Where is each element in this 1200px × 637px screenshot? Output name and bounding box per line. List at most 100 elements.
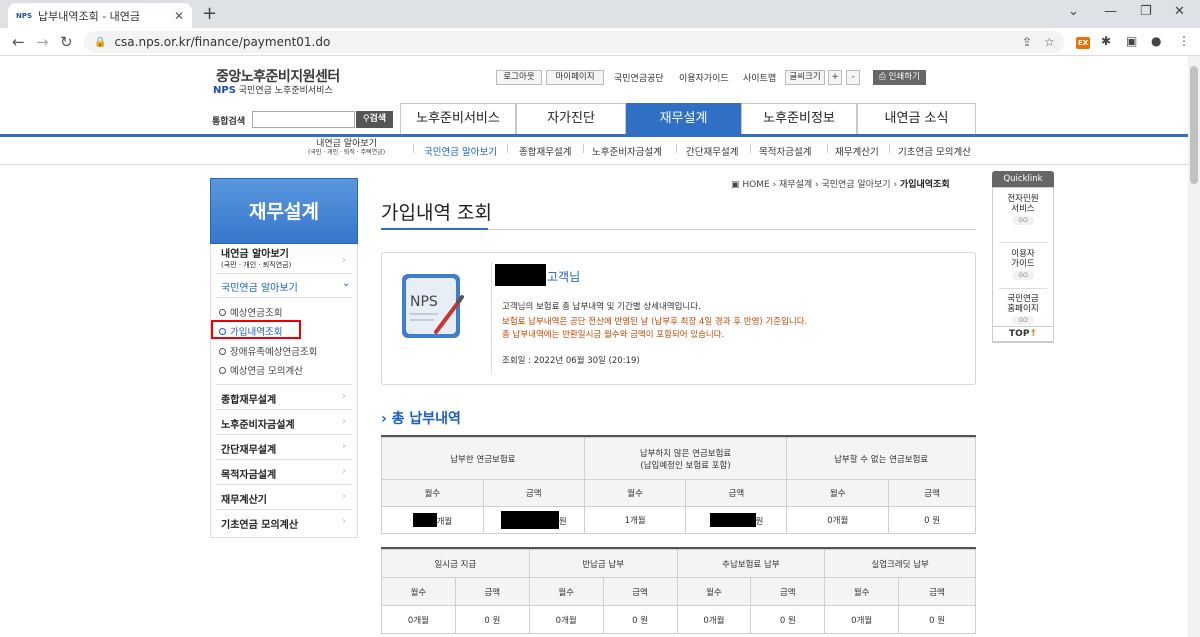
lnb-item-my-pension[interactable]: 내연금 알아보기 (국민 · 개인 · 퇴직연금) [221,250,291,270]
new-tab-icon[interactable]: + [202,3,217,24]
quicklink-nps-homepage[interactable]: 국민연금 홈페이지 GO [993,294,1053,325]
back-icon[interactable]: ← [12,33,25,51]
col-amount: 금액 [898,577,976,606]
nps-favicon-icon: NPS [16,11,33,20]
col-months: 월수 [528,577,604,606]
lnb-divider [216,297,352,298]
print-button[interactable]: ⎙ 인쇄하기 [873,70,926,85]
unpayable-months-cell: 0개월 [786,506,890,534]
close-window-icon[interactable]: ✕ [1174,4,1185,19]
subnav-comprehensive[interactable]: 종합재무설계 [519,144,571,158]
subnav-purpose[interactable]: 목적자금설계 [759,144,811,158]
quicklink-e-civil[interactable]: 전자민원 서비스 GO [993,194,1053,225]
subnav-basic-pension[interactable]: 기초연금 모의계산 [898,144,971,158]
subnav-simple[interactable]: 간단재무설계 [686,144,738,158]
breadcrumb-financial-plan[interactable]: 재무설계 [779,180,812,190]
quicklink-label: 홈페이지 [1007,304,1039,314]
lnb-sub-label: 장애유족예상연금조회 [230,347,318,358]
unpaid-amount-unit: 원 [755,517,764,527]
forward-icon[interactable]: → [36,33,49,51]
tab-search-icon[interactable]: ⌄ [1068,4,1079,19]
lnb-divider [216,409,352,410]
user-guide-link[interactable]: 이용자가이드 [679,71,729,84]
quicklink-label: 서비스 [1011,204,1035,214]
browser-toolbar: ← → ↻ 🔒 csa.nps.or.kr/finance/payment01.… [0,28,1200,56]
gnb-tab-news[interactable]: 내연금 소식 [857,103,976,135]
side-panel-icon[interactable]: ▣ [1126,34,1137,48]
lnb-item-calculator[interactable]: 재무계산기 [221,491,267,506]
gnb-tab-financial-plan[interactable]: 재무설계 [626,103,741,136]
lnb-sub-expected-pension[interactable]: 예상연금조회 [219,305,282,319]
lump-months-cell: 0개월 [381,605,456,634]
lnb-item-retirement-fund[interactable]: 노후준비자금설계 [221,416,295,431]
masked-value [709,513,756,527]
browser-menu-icon[interactable]: ⋮ [1178,34,1190,48]
gnb-tab-retirement-service[interactable]: 노후준비서비스 [400,103,516,135]
lnb-item-basic-pension[interactable]: 기초연금 모의계산 [221,516,298,531]
share-icon[interactable]: ⇪ [1022,35,1032,49]
font-minus-button[interactable]: - [846,70,860,85]
breadcrumb-home[interactable]: HOME [742,180,769,190]
quicklink-panel: Quicklink 전자민원 서비스 GO 이용자 가이드 GO 국민연금 홈페… [992,171,1054,343]
chevron-right-icon: › [342,491,346,502]
additional-months-cell: 0개월 [676,605,752,634]
quicklink-user-guide[interactable]: 이용자 가이드 GO [993,249,1053,280]
printer-icon: ⎙ [879,72,886,82]
bookmark-star-icon[interactable]: ☆ [1044,35,1055,49]
lnb-my-pension-sub: (국민 · 개인 · 퇴직연금) [221,261,292,269]
lnb-my-pension-label: 내연금 알아보기 [221,249,289,260]
paid-amount-cell: 원 [482,506,585,534]
breadcrumb-nps-info[interactable]: 국민연금 알아보기 [821,180,890,190]
chevron-right-icon: › [342,466,346,477]
extension-ex-icon[interactable]: EX [1076,37,1091,49]
minimize-icon[interactable]: — [1104,4,1117,19]
browser-tab[interactable]: NPS 납부내역조회 - 내연금 ✕ [8,3,192,28]
lnb-divider [216,459,352,460]
nps-link[interactable]: 국민연금공단 [614,71,664,84]
sitemap-link[interactable]: 사이트맵 [743,71,776,84]
site-logo-sub[interactable]: NPS 국민연금 노후준비서비스 [213,83,333,96]
return-amount-cell: 0 원 [602,605,678,634]
payment-summary-table: 납부한 연금보험료 납부하지 않은 연금보험료 (납입예정인 보험료 포함) 납부… [381,437,976,534]
gnb-tab-retirement-info[interactable]: 노후준비정보 [741,103,857,135]
info-text-3: 총 납부내역에는 반환일시금 월수와 금액이 포함되어 있습니다. [502,330,725,340]
font-size-label: 글씨크기 [785,70,825,85]
profile-avatar-icon[interactable]: ● [1151,34,1161,48]
col-amount: 금액 [685,479,788,507]
quicklink-label: 국민연금 [1007,294,1039,304]
mypage-button[interactable]: 마이페이지 [546,70,604,85]
font-plus-button[interactable]: + [828,70,842,85]
maximize-icon[interactable]: ❐ [1140,4,1152,19]
col-months: 월수 [824,577,900,606]
lnb-item-comprehensive[interactable]: 종합재무설계 [221,391,276,406]
lump-amount-cell: 0 원 [454,605,530,634]
search-button[interactable]: ⚲검색 [356,111,393,128]
extensions-puzzle-icon[interactable]: ✱ [1101,34,1111,48]
reload-icon[interactable]: ↻ [60,33,73,51]
logout-button[interactable]: 로그아웃 [496,70,542,85]
title-accent-line [381,228,488,230]
chevron-right-icon: › [342,255,346,266]
url-text: csa.nps.or.kr/finance/payment01.do [114,35,331,49]
lnb-divider [216,484,352,485]
col-months: 월수 [676,577,752,606]
subnav-calculator[interactable]: 재무계산기 [835,144,879,158]
scrollbar-thumb[interactable] [1190,66,1198,184]
scroll-top-button[interactable]: TOP↑ [992,326,1054,342]
lnb-sub-mock-calc[interactable]: 예상연금 모의계산 [219,363,303,377]
home-icon: ▣ [731,180,740,190]
tab-close-icon[interactable]: ✕ [174,9,184,23]
address-bar[interactable]: 🔒 csa.nps.or.kr/finance/payment01.do ⇪ ☆ [84,31,1064,53]
lnb-item-nps-info[interactable]: 국민연금 알아보기 [221,279,298,294]
search-icon: ⚲ [362,114,370,124]
lnb-sub-disability-survivor[interactable]: 장애유족예상연금조회 [219,344,317,358]
search-input[interactable] [252,111,355,128]
lnb-item-simple[interactable]: 간단재무설계 [221,441,276,456]
lnb-item-purpose[interactable]: 목적자금설계 [221,466,276,481]
gnb-tab-self-diagnosis[interactable]: 자가진단 [516,103,626,135]
subnav-nps-info[interactable]: 국민연금 알아보기 [424,144,497,158]
unpayable-amount-cell: 0 원 [888,506,976,534]
info-divider [491,262,492,374]
subnav-retirement-fund[interactable]: 노후준비자금설계 [592,144,662,158]
subnav-my-pension[interactable]: 내연금 알아보기 (국민 · 개인 · 퇴직 · 주택연금) [308,140,385,157]
